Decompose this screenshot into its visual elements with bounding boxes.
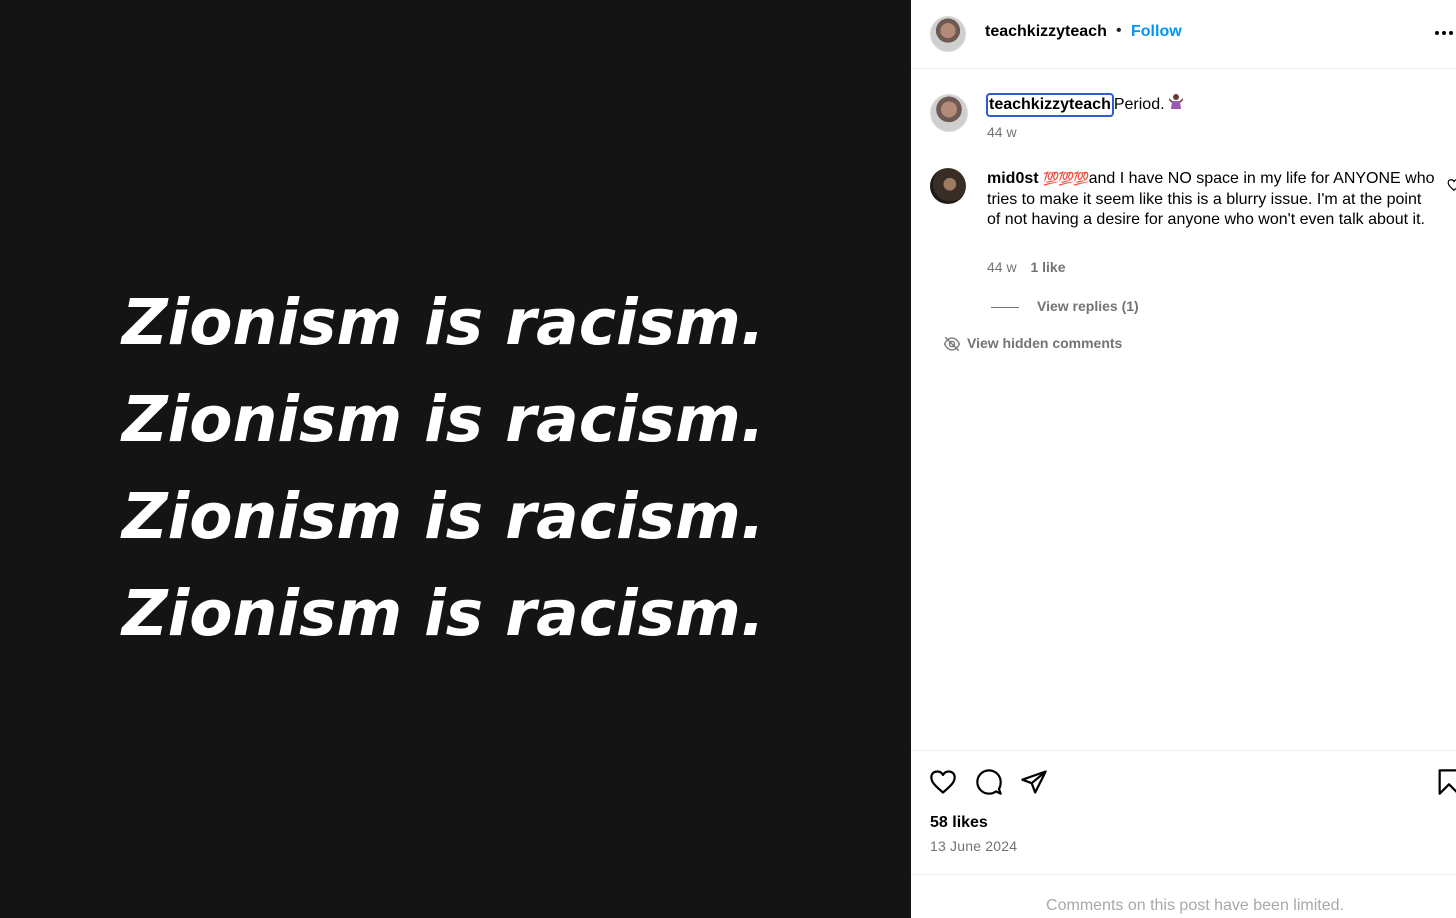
caption-username-link[interactable]: teachkizzyteach — [986, 93, 1114, 117]
more-options-icon[interactable] — [1435, 24, 1456, 44]
view-hidden-comments-label: View hidden comments — [967, 335, 1123, 351]
commenter-username-link[interactable]: mid0st — [987, 170, 1039, 187]
comment-likes-link[interactable]: 1 like — [1030, 259, 1065, 275]
media-text-block: Zionism is racism. Zionism is racism. Zi… — [122, 274, 765, 662]
media-text-line: Zionism is racism. — [122, 480, 765, 553]
caption-avatar[interactable] — [930, 94, 968, 132]
post-likes-count[interactable]: 58 likes — [930, 814, 988, 832]
post-date[interactable]: 13 June 2024 — [930, 838, 1017, 854]
like-heart-icon[interactable] — [929, 768, 957, 796]
woman-shrugging-emoji-icon — [1168, 93, 1184, 113]
post-media[interactable]: Zionism is racism. Zionism is racism. Zi… — [0, 0, 911, 918]
comment-text: mid0st 💯💯💯and I have NO space in my life… — [987, 169, 1437, 231]
media-text-line: Zionism is racism. — [122, 286, 765, 359]
comment-like-icon[interactable] — [1447, 178, 1456, 192]
save-bookmark-icon[interactable] — [1435, 768, 1456, 796]
eye-off-icon — [943, 337, 961, 352]
commenter-avatar[interactable] — [930, 168, 966, 204]
comments-limited-footer: Comments on this post have been limited. — [911, 874, 1456, 918]
media-text-line: Zionism is racism. — [122, 383, 765, 456]
view-hidden-comments-button[interactable]: View hidden comments — [943, 335, 1122, 353]
comment-meta: 44 w 1 like — [987, 259, 1066, 275]
caption-timestamp[interactable]: 44 w — [987, 124, 1017, 140]
comments-limited-text: Comments on this post have been limited. — [1046, 897, 1344, 914]
post-header: teachkizzyteach • Follow — [911, 0, 1456, 69]
view-replies-label: View replies (1) — [1037, 298, 1139, 314]
header-separator: • — [1116, 22, 1122, 39]
share-paper-plane-icon[interactable] — [1020, 768, 1048, 796]
media-text-line: Zionism is racism. — [122, 577, 765, 650]
author-username-link[interactable]: teachkizzyteach — [985, 23, 1107, 41]
replies-divider — [991, 306, 1019, 308]
post-side-panel: teachkizzyteach • Follow teachkizzyteach… — [911, 0, 1456, 918]
hundred-points-emoji: 💯💯💯 — [1043, 171, 1090, 186]
author-avatar[interactable] — [930, 16, 966, 52]
comment-bubble-icon[interactable] — [975, 768, 1003, 796]
caption-text: teachkizzyteach Period. — [986, 93, 1184, 117]
follow-button[interactable]: Follow — [1131, 23, 1182, 41]
view-replies-button[interactable]: View replies (1) — [991, 298, 1139, 314]
comment-timestamp[interactable]: 44 w — [987, 259, 1017, 275]
post-actions: 58 likes 13 June 2024 — [911, 750, 1456, 874]
caption-body: Period. — [1113, 96, 1165, 113]
